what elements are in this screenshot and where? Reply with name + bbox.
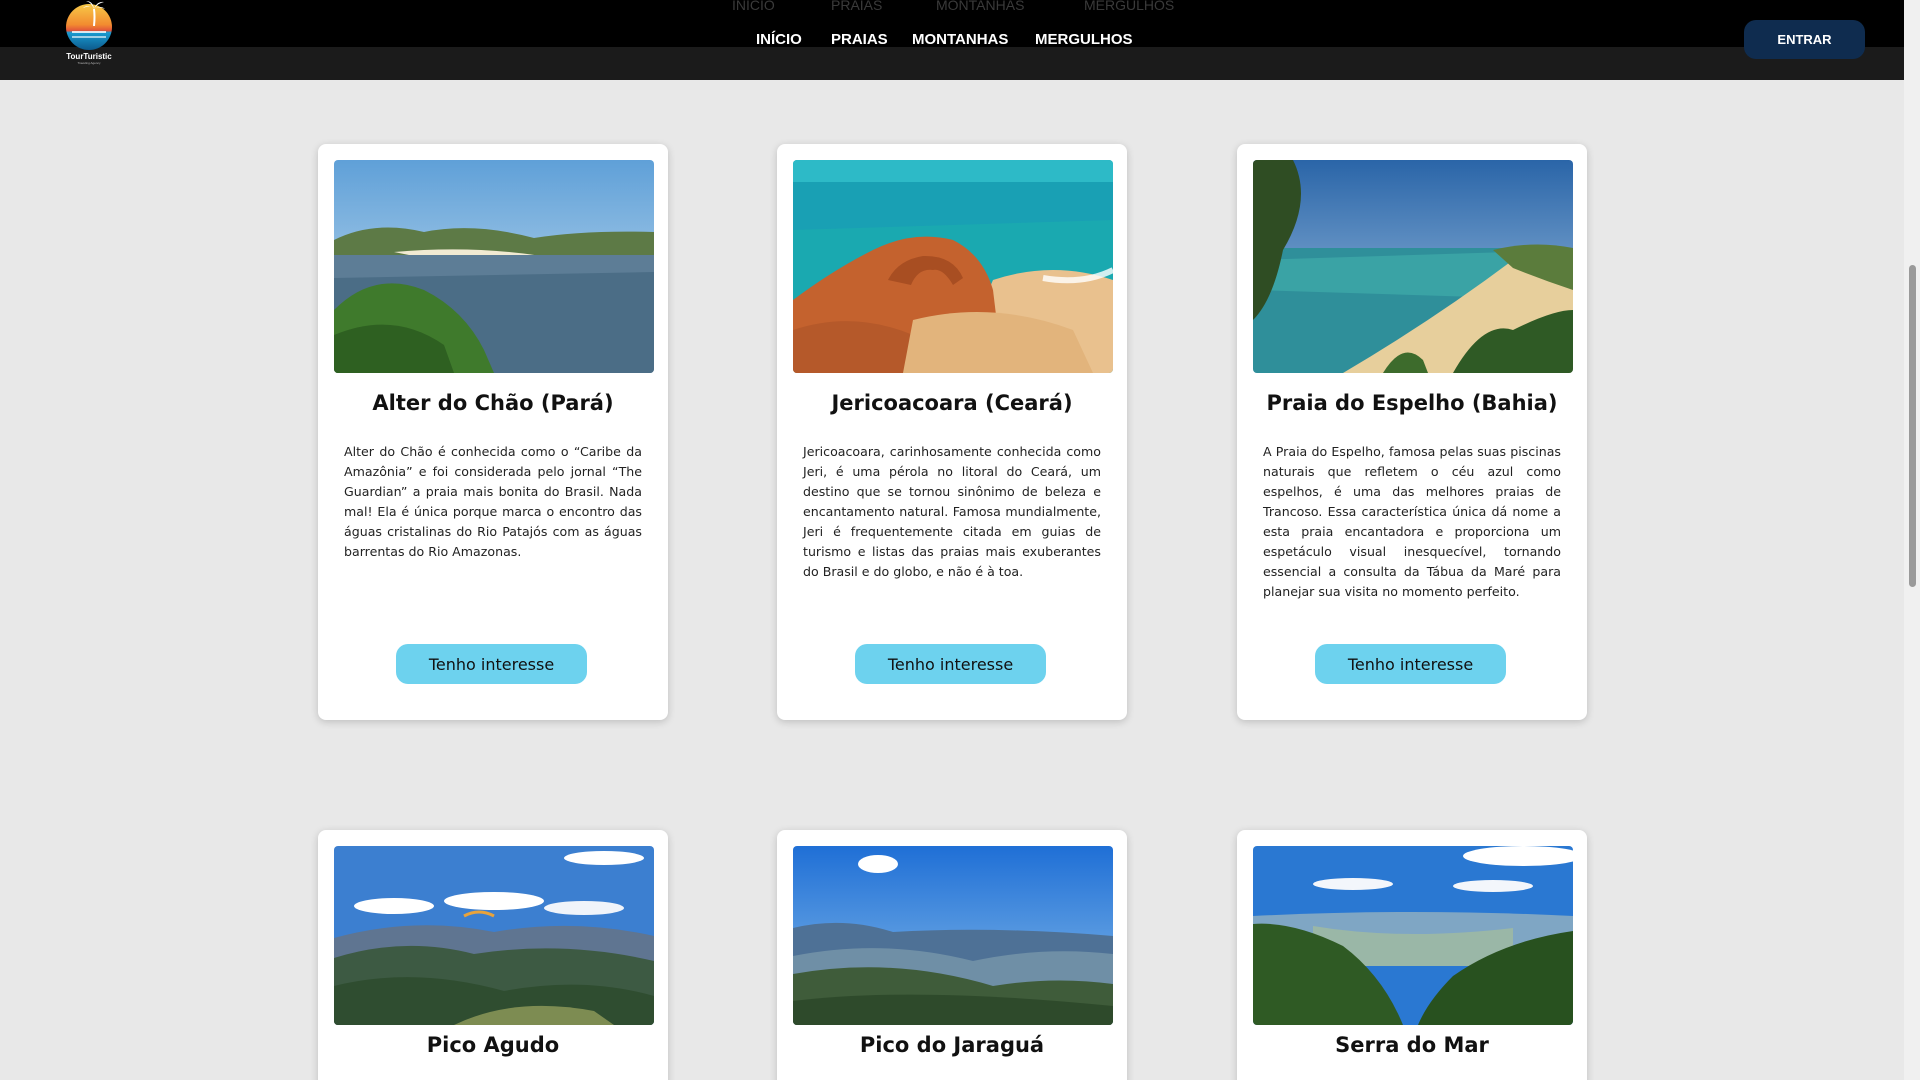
mountain-photo: [793, 846, 1113, 1025]
vertical-scrollbar[interactable]: [1904, 0, 1920, 1080]
card-title: Alter do Chão (Pará): [372, 391, 614, 415]
card-title: Pico do Jaraguá: [859, 1033, 1045, 1057]
beach-photo: [1253, 160, 1573, 373]
nav-item-mergulhos[interactable]: MERGULHOS: [1035, 31, 1133, 48]
interest-button[interactable]: Tenho interesse: [396, 644, 587, 684]
enter-button[interactable]: ENTRAR: [1744, 20, 1865, 59]
beach-photo: [793, 160, 1113, 373]
mountain-photo: [334, 846, 654, 1025]
ghost-nav-item-montanhas: MONTANHAS: [936, 0, 1025, 13]
ghost-nav-echo: INÍCIO PRAIAS MONTANHAS MERGULHOS: [0, 0, 1904, 13]
card-title: Serra do Mar: [1335, 1033, 1489, 1057]
beach-photo: [334, 160, 654, 373]
card-description: A Praia do Espelho, famosa pelas suas pi…: [1263, 444, 1561, 599]
card-image: [334, 846, 654, 1025]
ghost-nav-item-praias: PRAIAS: [831, 0, 883, 13]
mountain-photo: [1253, 846, 1573, 1025]
nav-item-praias[interactable]: PRAIAS: [831, 31, 888, 48]
card-title: Pico Agudo: [426, 1033, 560, 1057]
card-image: [1253, 846, 1573, 1025]
nav-item-montanhas[interactable]: MONTANHAS: [912, 31, 1008, 48]
interest-button[interactable]: Tenho interesse: [855, 644, 1046, 684]
interest-button[interactable]: Tenho interesse: [1315, 644, 1506, 684]
destination-card-serra-do-mar: Serra do Mar: [1237, 830, 1587, 1080]
card-image: [1253, 160, 1573, 373]
card-image: [334, 160, 654, 373]
destination-card-praia-do-espelho: Praia do Espelho (Bahia) A Praia do Espe…: [1237, 144, 1587, 720]
card-image: [793, 160, 1113, 373]
scrollbar-thumb[interactable]: [1909, 265, 1916, 587]
card-title: Jericoacoara (Ceará): [831, 391, 1073, 415]
card-description: Jericoacoara, carinhosamente conhecida c…: [803, 444, 1101, 579]
card-description: Alter do Chão é conhecida como o “Caribe…: [344, 444, 642, 559]
card-image: [793, 846, 1113, 1025]
ghost-nav-item-inicio: INÍCIO: [732, 0, 775, 13]
logo-tagline: Traveling Agency: [77, 61, 101, 65]
destination-card-pico-do-jaragua: Pico do Jaraguá: [777, 830, 1127, 1080]
destination-card-jericoacoara: Jericoacoara (Ceará) Jericoacoara, carin…: [777, 144, 1127, 720]
site-header: TourTuristic Traveling Agency INÍCIO PRA…: [0, 0, 1904, 80]
logo-name: TourTuristic: [66, 52, 112, 61]
card-title: Praia do Espelho (Bahia): [1266, 391, 1558, 415]
main-nav: INÍCIO PRAIAS MONTANHAS MERGULHOS: [0, 31, 1904, 51]
ghost-nav-item-mergulhos: MERGULHOS: [1084, 0, 1175, 13]
nav-item-inicio[interactable]: INÍCIO: [756, 31, 802, 48]
destination-card-pico-agudo: Pico Agudo: [318, 830, 668, 1080]
destination-card-alter-do-chao: Alter do Chão (Pará) Alter do Chão é con…: [318, 144, 668, 720]
